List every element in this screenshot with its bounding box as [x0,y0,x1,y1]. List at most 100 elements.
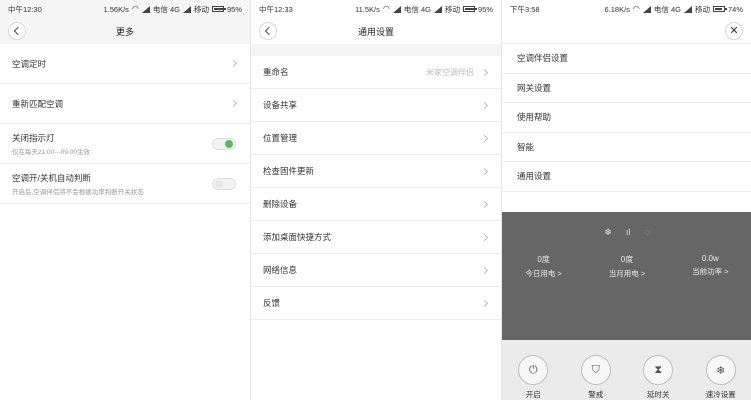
menu-item-help[interactable]: 使用帮助 [502,103,751,133]
row-location[interactable]: 位置管理 [251,122,501,155]
fan-speed-icon: ıl [625,227,631,237]
wifi-icon: ◠ [131,4,139,13]
carrier-label: 电信 4G [653,4,681,14]
chevron-right-icon [229,99,238,108]
power-icon: ⏻ [518,355,549,385]
nav-bar: 更多 [0,18,250,44]
chevron-right-icon [480,200,489,208]
hourglass-icon: ⧗ [643,355,674,385]
nav-bar: ✕ [502,18,751,44]
snowflake-icon: ❄ [705,355,736,385]
row-label: 重新匹配空调 [12,98,64,109]
delay-off-button[interactable]: ⧗ 延时关 [643,355,674,400]
quick-cool-button[interactable]: ❄ 速冷设置 [705,355,736,400]
row-rename[interactable]: 重命名 米家空调伴侣 [251,56,501,89]
carrier2-label: 移动 [193,4,209,14]
row-auto-detect: 空调开/关机自动判断 开启后,空调伴侣将不会根据功率判断开关状态 [0,164,250,204]
menu-item-label: 智能 [517,141,535,152]
battery-percent: 95% [477,4,493,14]
status-time: 中午12:30 [8,4,42,14]
menu-item-gateway-settings[interactable]: 网关设置 [502,74,751,103]
signal-icon [683,5,692,13]
row-delete-device[interactable]: 删除设备 [251,188,501,221]
row-firmware-update[interactable]: 检查固件更新 [251,155,501,188]
stat-month[interactable]: 0度 当月用电 > [609,254,645,279]
chevron-right-icon [480,233,489,241]
row-label: 反馈 [263,298,281,308]
panel-device-menu: 下午3:58 6.18K/s ◠ 电信 4G 移动 74% ✕ 空调伴侣设置 网… [501,0,751,400]
row-sublabel: 开启后,空调伴侣将不会根据功率判断开关状态 [12,188,144,196]
carrier-label: 电信 4G [403,4,431,14]
device-overlay: ❄ ıl ◌ 0度 今日用电 > 0度 当月用电 > 0.0w 当前功率 > [502,212,751,340]
row-ac-timer[interactable]: 空调定时 [0,44,250,84]
mode-icons: ❄ ıl ◌ [502,227,751,238]
snowflake-icon: ❄ [604,227,612,237]
close-button[interactable]: ✕ [725,22,743,40]
status-time: 下午3:58 [510,4,540,14]
page-title: 更多 [115,26,134,37]
chevron-right-icon [480,266,489,274]
back-button[interactable] [259,22,277,40]
row-indicator-light: 关闭指示灯 仅在每天21:00---09:00生效 [0,124,250,164]
row-network-info[interactable]: 网络信息 [251,254,501,287]
stat-label: 今日用电 > [525,269,562,278]
menu-item-general-settings[interactable]: 通用设置 [502,162,751,192]
stat-value: 0度 [620,255,634,264]
carrier2-label: 移动 [444,4,460,14]
row-add-shortcut[interactable]: 添加桌面快捷方式 [251,221,501,254]
indicator-light-toggle[interactable] [212,137,236,150]
alert-button[interactable]: ⛉ 警戒 [580,355,611,400]
menu-item-label: 使用帮助 [517,112,552,123]
battery-percent: 74% [727,4,743,14]
control-label: 延时关 [647,390,670,399]
back-button[interactable] [8,22,26,40]
row-label: 空调开/关机自动判断 [12,172,91,183]
stat-today[interactable]: 0度 今日用电 > [525,254,561,279]
chevron-right-icon [480,299,489,307]
network-speed: 6.18K/s [604,4,630,14]
settings-list: 空调定时 重新匹配空调 关闭指示灯 仅在每天21:00---09:00生效 空调… [0,44,250,204]
battery-icon [211,6,226,12]
auto-detect-toggle[interactable] [212,177,236,190]
chevron-left-icon [264,26,274,36]
swing-icon: ◌ [644,227,650,237]
chevron-right-icon [229,59,238,68]
row-label: 添加桌面快捷方式 [263,232,332,242]
menu-item-label: 空调伴侣设置 [517,53,569,64]
row-label: 关闭指示灯 [12,132,55,143]
stat-value: 0度 [537,255,550,264]
shield-icon: ⛉ [580,355,611,385]
settings-list: 重命名 米家空调伴侣 设备共享 位置管理 检查固件更新 删除设备 添加桌面快捷方… [251,56,501,320]
panel-more: 中午12:30 1.56K/s ◠ 电信 4G 移动 95% 更多 空调定时 重… [0,0,250,400]
menu-item-smart[interactable]: 智能 [502,133,751,162]
wifi-icon: ◠ [382,4,390,13]
chevron-right-icon [480,134,489,142]
control-label: 警戒 [588,390,604,399]
wifi-icon: ◠ [632,4,640,13]
status-bar: 中午12:30 1.56K/s ◠ 电信 4G 移动 95% [0,0,250,18]
row-feedback[interactable]: 反馈 [251,287,501,320]
header: 中午12:30 1.56K/s ◠ 电信 4G 移动 95% 更多 [0,0,250,44]
menu-item-companion-settings[interactable]: 空调伴侣设置 [502,44,751,74]
control-label: 开启 [525,390,541,399]
stat-value: 0.0w [701,254,719,263]
row-label: 检查固件更新 [263,166,315,176]
device-name-value: 米家空调伴侣 [426,67,474,77]
row-sublabel: 仅在每天21:00---09:00生效 [12,148,91,156]
power-button[interactable]: ⏻ 开启 [518,355,549,400]
carrier-label: 电信 4G [152,4,180,14]
battery-icon [712,6,727,12]
power-stats: 0度 今日用电 > 0度 当月用电 > 0.0w 当前功率 > [502,254,751,279]
row-label: 删除设备 [263,199,298,209]
status-bar: 中午12:33 11.5K/s ◠ 电信 4G 移动 95% [251,0,501,18]
signal-icon [182,5,191,13]
row-device-share[interactable]: 设备共享 [251,89,501,122]
status-time: 中午12:33 [259,4,293,14]
signal-icon [392,5,401,13]
stat-power[interactable]: 0.0w 当前功率 > [692,254,728,279]
row-rematch-ac[interactable]: 重新匹配空调 [0,84,250,124]
row-label: 设备共享 [263,100,298,110]
row-label: 网络信息 [263,265,298,275]
chevron-left-icon [13,26,23,36]
network-speed: 11.5K/s [355,4,380,14]
